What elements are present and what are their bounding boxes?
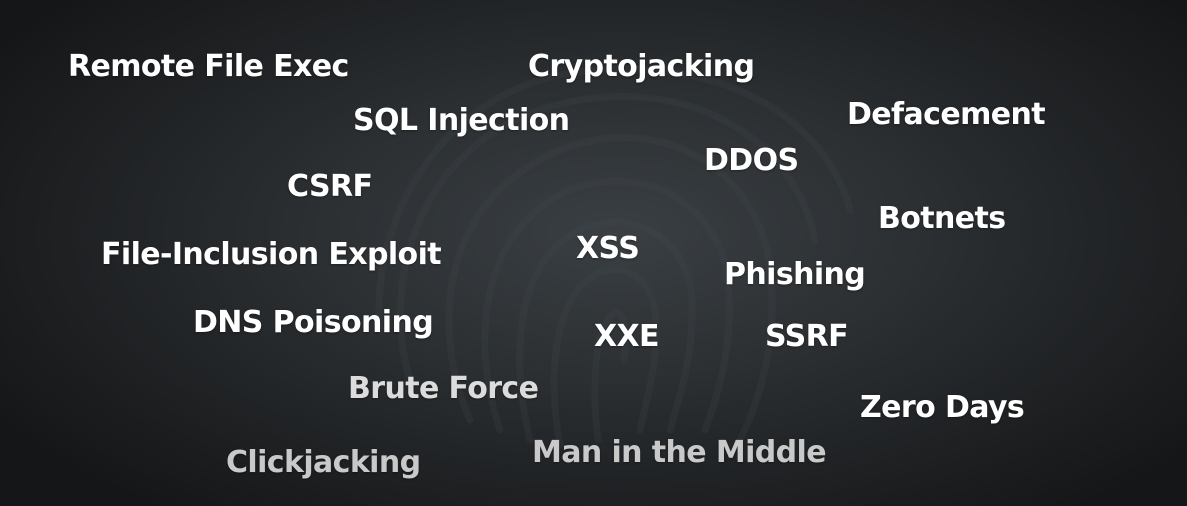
term-clickjacking: Clickjacking [226,445,421,480]
term-defacement: Defacement [847,97,1046,132]
term-sql-injection: SQL Injection [353,103,570,138]
term-ssrf: SSRF [765,319,849,354]
term-csrf: CSRF [287,169,373,204]
term-xxe: XXE [594,319,660,354]
term-phishing: Phishing [724,257,866,292]
term-brute-force: Brute Force [348,371,539,406]
term-zero-days: Zero Days [860,390,1025,425]
term-man-in-the-middle: Man in the Middle [532,435,827,470]
word-cloud-scene: Remote File Exec Cryptojacking SQL Injec… [0,0,1187,506]
term-dns-poisoning: DNS Poisoning [193,305,434,340]
term-xss: XSS [576,231,640,266]
term-cryptojacking: Cryptojacking [528,49,755,84]
term-remote-file-exec: Remote File Exec [68,49,349,84]
term-botnets: Botnets [878,201,1006,236]
term-ddos: DDOS [704,143,799,178]
term-file-inclusion-exploit: File-Inclusion Exploit [101,237,442,272]
